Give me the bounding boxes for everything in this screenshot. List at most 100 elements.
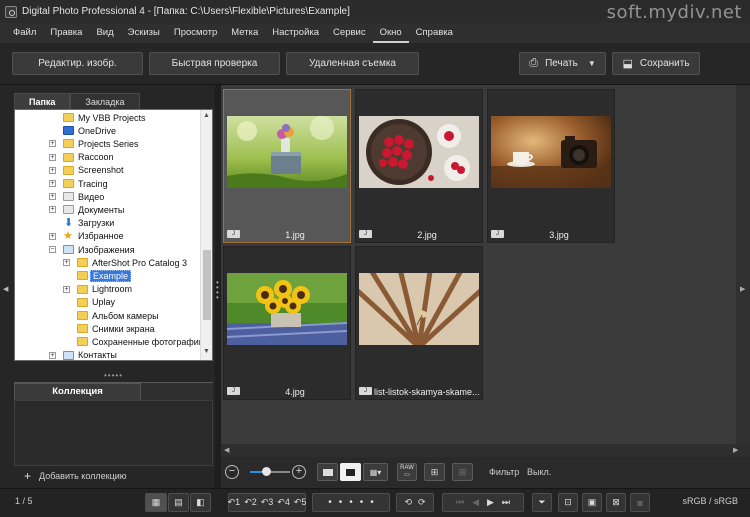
layout-grid-button[interactable]: ▦ [145,493,167,512]
thumbnail-item[interactable]: J 2.jpg [355,89,483,243]
print-button[interactable]: ⎙ Печать ▼ [519,52,606,75]
crop-tool-button[interactable]: ⊡ [558,493,578,512]
scroll-right-icon[interactable]: ▶ [733,446,738,454]
tree-scroll-thumb[interactable] [203,250,211,320]
divider-grip-icon[interactable]: • • • • [216,279,219,302]
menu-file[interactable]: Файл [6,23,43,43]
previous-image-icon[interactable]: ◀ [472,497,479,508]
tree-expander-icon[interactable]: + [49,193,56,201]
zoom-slider-handle[interactable] [262,467,271,476]
thumbnail-image[interactable] [491,116,611,188]
grid-horizontal-scrollbar[interactable]: ◀ ▶ [221,444,750,457]
collapse-right-icon[interactable]: ▶ [740,285,745,293]
filter-tool-button[interactable]: ⏷ [532,493,552,512]
camera-tool-button[interactable]: ◙ [630,493,650,512]
remote-shooting-button[interactable]: Удаленная съемка [286,52,419,75]
thumbnail-item[interactable]: J list-listok-skamya-skame... [355,246,483,400]
tree-item[interactable]: + Видео [15,190,201,203]
grid-vertical-scrollbar[interactable]: ▶ [736,85,750,444]
tree-item[interactable]: + Raccoon [15,151,201,164]
next-image-icon[interactable]: ▶ [487,497,494,508]
tree-expander-icon[interactable]: + [49,166,56,174]
thumbnail-item[interactable]: J 4.jpg [223,246,351,400]
check-mark-4-button[interactable]: ↶4 [277,497,290,508]
tree-scrollbar[interactable]: ▲ ▼ [200,110,212,360]
zoom-in-button[interactable]: + [292,465,306,479]
left-panel-collapse-strip[interactable]: ◀ [0,85,12,488]
menu-settings[interactable]: Настройка [265,23,326,43]
check-mark-2-button[interactable]: ↶2 [244,497,257,508]
compare-view-button[interactable]: ⊞ [452,463,473,481]
menu-help[interactable]: Справка [409,23,460,43]
tree-item[interactable]: + Tracing [15,177,201,190]
tree-item[interactable]: + Lightroom [15,283,201,296]
scroll-up-icon[interactable]: ▲ [203,112,210,119]
grid-view-button[interactable]: ⊞ [424,463,445,481]
folder-tree[interactable]: My VBB Projects OneDrive + Projects Series +… [14,109,213,361]
panel-splitter[interactable]: ••••• [104,371,123,380]
filter-value[interactable]: Выкл. [527,467,551,477]
tree-expander-icon[interactable]: − [49,246,56,253]
thumbnail-size-small-button[interactable] [317,463,338,481]
tree-item[interactable]: + ★ Избранное [15,230,201,243]
tree-item[interactable]: Example [15,269,201,282]
thumbnail-size-medium-button[interactable] [340,463,361,481]
dust-tool-button[interactable]: ⊠ [606,493,626,512]
menu-view[interactable]: Вид [89,23,120,43]
tree-expander-icon[interactable]: + [49,180,56,187]
tree-item[interactable]: − Изображения [15,243,201,256]
image-tool-button[interactable]: ▣ [582,493,602,512]
tab-bookmark[interactable]: Закладка [70,93,140,109]
collapse-left-icon[interactable]: ◀ [3,285,8,293]
tree-expander-icon[interactable]: + [63,285,70,293]
tree-expander-icon[interactable]: + [49,153,56,161]
tree-item[interactable]: + Документы [15,203,201,216]
check-mark-5-button[interactable]: ↶5 [294,497,307,508]
chevron-down-icon[interactable]: ▼ [588,59,596,68]
thumbnail-image[interactable] [359,116,479,188]
menu-window[interactable]: Окно [372,23,409,43]
menu-label[interactable]: Метка [224,23,265,43]
tree-item[interactable]: ⬇ Загрузки [15,217,201,230]
tree-expander-icon[interactable]: + [49,206,56,214]
tree-item[interactable]: + Screenshot [15,164,201,177]
edit-image-button[interactable]: Редактир. изобр. [12,52,143,75]
tab-folder[interactable]: Папка [14,93,71,109]
tab-collection[interactable]: Коллекция [14,383,141,401]
tree-item[interactable]: Uplay [15,296,201,309]
tree-item[interactable]: + Projects Series [15,137,201,150]
menu-edit[interactable]: Правка [43,23,89,43]
zoom-slider[interactable] [250,467,290,476]
menu-thumbnails[interactable]: Эскизы [121,23,167,43]
check-mark-3-button[interactable]: ↶3 [261,497,274,508]
raw-button[interactable]: RAW ▭ [397,463,417,481]
thumbnail-image[interactable] [359,273,479,345]
tree-item[interactable]: Сохраненные фотографии [15,335,204,348]
rating-group[interactable]: ••••• [312,493,390,512]
tree-item[interactable]: OneDrive [15,124,201,137]
zoom-out-button[interactable]: − [225,465,239,479]
layout-detail-button[interactable]: ◧ [190,493,211,512]
tree-item[interactable]: Альбом камеры [15,309,201,322]
menu-preview[interactable]: Просмотр [167,23,224,43]
rotate-left-icon[interactable]: ⟲ [404,497,412,508]
last-image-icon[interactable]: ⏭ [502,497,510,508]
collection-list[interactable] [14,400,213,466]
quick-check-button[interactable]: Быстрая проверка [149,52,280,75]
add-collection-button[interactable]: + Добавить коллекцию [14,468,213,484]
tree-item[interactable]: My VBB Projects [15,111,201,124]
scroll-left-icon[interactable]: ◀ [224,446,229,454]
menu-tools[interactable]: Сервис [326,23,373,43]
tree-expander-icon[interactable]: + [49,140,56,148]
rotate-right-icon[interactable]: ⟳ [418,497,426,508]
tree-item[interactable]: + AfterShot Pro Catalog 3 [15,256,201,269]
tree-expander-icon[interactable]: + [49,232,56,240]
thumbnail-layout-dropdown[interactable]: ▦▾ [363,463,388,481]
layout-list-button[interactable]: ▤ [168,493,189,512]
thumbnail-image[interactable] [227,116,347,188]
scroll-down-icon[interactable]: ▼ [203,348,210,355]
thumbnail-image[interactable] [227,273,347,345]
save-button[interactable]: ⬓ Сохранить [612,52,700,75]
tree-expander-icon[interactable]: + [49,351,56,359]
rating-dots[interactable]: ••••• [321,497,381,508]
